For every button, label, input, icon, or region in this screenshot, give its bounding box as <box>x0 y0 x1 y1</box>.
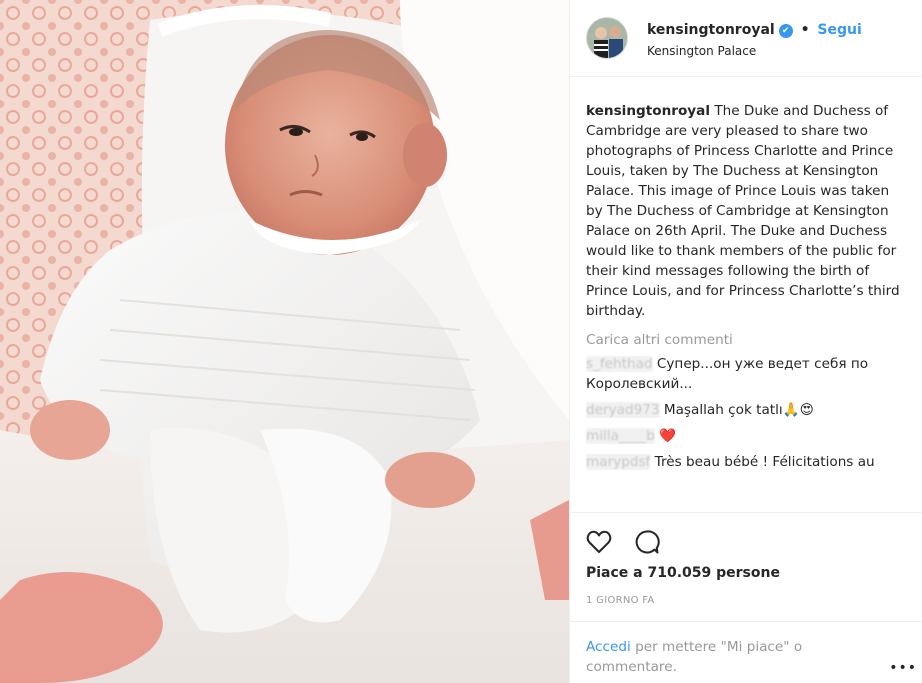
comment-text: Très beau bébé ! Félicitations au <box>654 454 875 470</box>
comment-username[interactable]: marypdsf <box>586 454 651 470</box>
caption: kensingtonroyal The Duke and Duchess of … <box>586 101 906 321</box>
caption-username[interactable]: kensingtonroyal <box>586 103 710 119</box>
comment-username[interactable]: milla____b <box>586 428 655 444</box>
load-more-comments-button[interactable]: Carica altri commenti <box>586 332 906 348</box>
likes-count[interactable]: Piace a 710.059 persone <box>586 565 780 581</box>
comment-username[interactable]: s_fehthad <box>586 356 653 372</box>
post-header: kensingtonroyal ✔ • Segui Kensington Pala… <box>570 0 922 77</box>
comment-text: ❤️ <box>659 428 676 444</box>
post-actions: Piace a 710.059 persone 1 GIORNO FA <box>570 512 922 632</box>
comment-item: s_fehthad Супер...он уже ведет себя по К… <box>586 354 906 394</box>
baby-photo-image <box>0 0 569 683</box>
avatar-image <box>587 18 627 58</box>
comment-item: milla____b ❤️ <box>586 426 906 446</box>
header-line: kensingtonroyal ✔ • Segui <box>647 22 862 38</box>
caption-text: The Duke and Duchess of Cambridge are ve… <box>586 103 900 319</box>
separator-dot: • <box>800 22 810 38</box>
follow-button[interactable]: Segui <box>817 22 861 38</box>
comment-username[interactable]: deryad973 <box>586 402 660 418</box>
login-prompt-text: Accedi per mettere "Mi piace" o commenta… <box>586 637 856 677</box>
like-button[interactable] <box>586 529 612 555</box>
more-options-icon[interactable]: ••• <box>889 660 917 676</box>
post-photo[interactable] <box>0 0 569 683</box>
location-link[interactable]: Kensington Palace <box>647 44 756 58</box>
header-username[interactable]: kensingtonroyal <box>647 22 775 38</box>
login-prompt: Accedi per mettere "Mi piace" o commenta… <box>570 621 922 683</box>
comment-item: deryad973 Maşallah çok tatlı🙏😍 <box>586 400 906 420</box>
comments-section[interactable]: kensingtonroyal The Duke and Duchess of … <box>586 101 906 511</box>
comment-text: Maşallah çok tatlı🙏😍 <box>663 402 814 418</box>
instagram-post: kensingtonroyal ✔ • Segui Kensington Pala… <box>0 0 922 683</box>
speech-bubble-icon <box>635 530 660 554</box>
login-link[interactable]: Accedi <box>586 639 631 655</box>
verified-badge-icon: ✔ <box>778 24 793 38</box>
avatar[interactable] <box>586 17 628 59</box>
comment-item: marypdsf Très beau bébé ! Félicitations … <box>586 452 906 472</box>
post-side-panel: kensingtonroyal ✔ • Segui Kensington Pala… <box>569 0 922 683</box>
post-timestamp[interactable]: 1 GIORNO FA <box>586 595 655 606</box>
comment-button[interactable] <box>634 529 660 555</box>
heart-outline-icon <box>586 530 612 553</box>
